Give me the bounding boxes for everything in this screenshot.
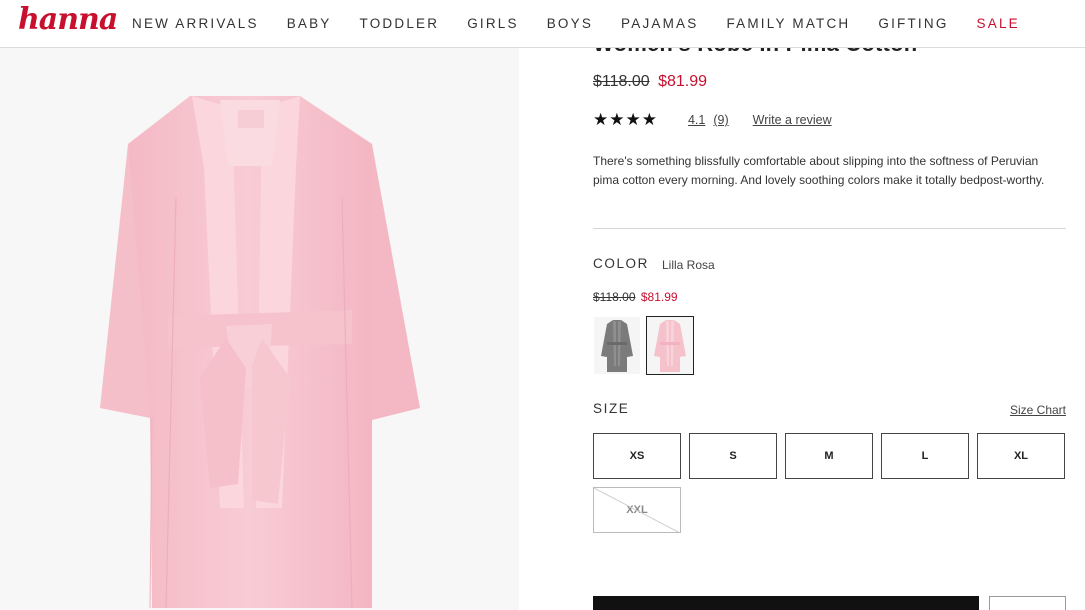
add-to-bag-button[interactable]: [593, 596, 979, 610]
size-button-label: XS: [629, 450, 645, 462]
color-swatch-gray[interactable]: [593, 316, 641, 375]
gray-robe-thumbnail-icon: [601, 319, 633, 372]
size-chart-link[interactable]: Size Chart: [1010, 403, 1066, 417]
swatch-sale-price: $81.99: [640, 290, 678, 304]
nav-link-pajamas[interactable]: PAJAMAS: [621, 16, 698, 31]
selected-color-name: Lilla Rosa: [662, 258, 715, 272]
review-count-link[interactable]: (9): [713, 113, 728, 127]
original-price: $118.00: [593, 73, 650, 90]
product-details: Women's Robe In Pima Cotton $118.00 $81.…: [593, 48, 1066, 610]
nav-link-girls[interactable]: GIRLS: [467, 16, 519, 31]
size-options: XS S M L XL XXL: [593, 433, 1066, 541]
size-button-label: M: [824, 450, 834, 462]
write-review-link[interactable]: Write a review: [753, 113, 832, 127]
product-title: Women's Robe In Pima Cotton: [593, 48, 917, 57]
product-description: There's something blissfully comfortable…: [593, 154, 1045, 187]
size-button-xl[interactable]: XL: [977, 433, 1065, 479]
pink-robe-image: [0, 48, 519, 610]
swatch-original-price: $118.00: [593, 290, 636, 304]
size-button-l[interactable]: L: [881, 433, 969, 479]
nav-link-new-arrivals[interactable]: NEW ARRIVALS: [132, 16, 259, 31]
nav-link-toddler[interactable]: TODDLER: [360, 16, 440, 31]
size-button-label: L: [921, 450, 929, 462]
size-button-m[interactable]: M: [785, 433, 873, 479]
sale-price: $81.99: [658, 73, 708, 90]
product-title-clip: Women's Robe In Pima Cotton: [593, 48, 1066, 62]
star-rating-icon[interactable]: ★★★★: [593, 111, 658, 128]
pink-robe-thumbnail-icon: [654, 319, 686, 372]
size-button-xxl[interactable]: XXL: [593, 487, 681, 533]
color-label: COLOR: [593, 256, 650, 271]
price-row: $118.00 $81.99: [593, 73, 707, 91]
nav-link-family-match[interactable]: FAMILY MATCH: [726, 16, 850, 31]
nav-link-gifting[interactable]: GIFTING: [878, 16, 948, 31]
size-button-label: S: [729, 450, 737, 462]
color-swatch-lilla-rosa[interactable]: [646, 316, 694, 375]
size-button-s[interactable]: S: [689, 433, 777, 479]
rating-value-link[interactable]: 4.1: [688, 113, 705, 127]
nav-link-boys[interactable]: BOYS: [547, 16, 593, 31]
size-button-label: XL: [1013, 450, 1029, 462]
size-label: SIZE: [593, 401, 630, 416]
nav-link-sale[interactable]: SALE: [977, 16, 1020, 31]
size-button-xs[interactable]: XS: [593, 433, 681, 479]
color-swatches: [593, 316, 699, 375]
site-header: hanna NEW ARRIVALS BABY TODDLER GIRLS BOYS PA…: [0, 0, 1085, 48]
swatch-price: $118.00 $81.99: [593, 290, 678, 304]
nav-link-baby[interactable]: BABY: [287, 16, 332, 31]
wishlist-button[interactable]: [989, 596, 1066, 610]
product-image[interactable]: [0, 48, 519, 610]
size-button-label: XXL: [626, 504, 648, 516]
main-nav: NEW ARRIVALS BABY TODDLER GIRLS BOYS PAJAMAS F…: [132, 16, 1048, 31]
hanna-logo[interactable]: hanna: [18, 2, 118, 37]
section-divider: [593, 228, 1066, 229]
rating-row: ★★★★ 4.1 (9) Write a review: [593, 111, 832, 128]
